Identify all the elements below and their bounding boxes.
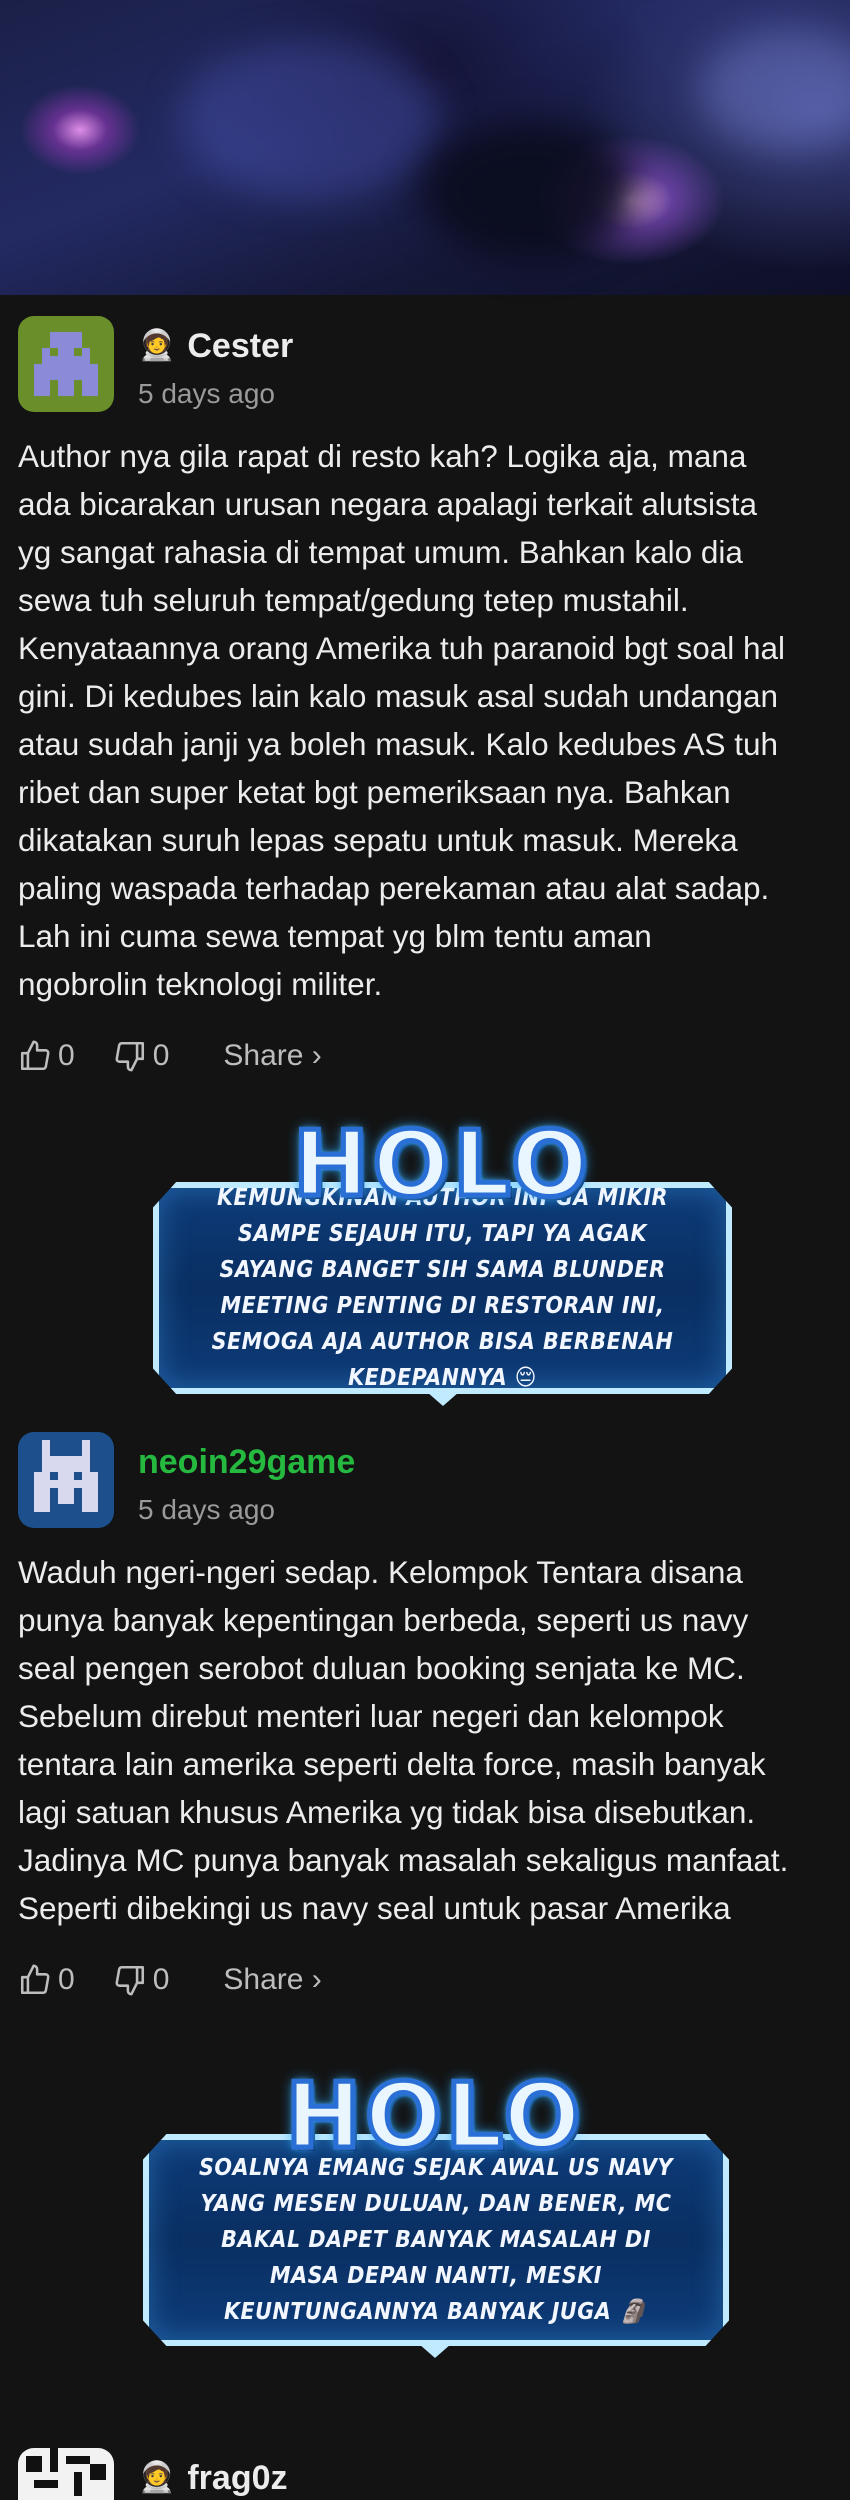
- author-row: 🧑‍🚀 frag0z: [138, 2458, 288, 2498]
- thumbs-down-icon: [115, 1041, 144, 1072]
- like-count: 0: [58, 1963, 75, 1996]
- holo-logo: HOLO: [283, 2064, 585, 2169]
- author-row: 🧑‍🚀 Cester: [138, 326, 293, 366]
- dislike-button[interactable]: 0: [113, 1963, 170, 1997]
- holo-card: HOLO Kemungkinan author ini ga mikir sam…: [145, 1112, 740, 1410]
- author-name[interactable]: neoin29game: [138, 1443, 355, 1482]
- like-button[interactable]: 0: [18, 1039, 75, 1073]
- thumbs-down-icon: [115, 1965, 144, 1996]
- holo-pointer: [426, 1392, 459, 1406]
- dislike-button[interactable]: 0: [113, 1039, 170, 1073]
- comment-timestamp: 5 days ago: [138, 1494, 275, 1525]
- holo-text: Soalnya emang sejak awal us navy yang me…: [198, 2155, 674, 2325]
- dislike-count: 0: [152, 1963, 170, 1996]
- thumbs-up-icon: [20, 1040, 50, 1071]
- holo-pointer: [419, 2344, 451, 2358]
- avatar[interactable]: [18, 2448, 114, 2500]
- author-row: neoin29game: [138, 1442, 355, 1482]
- author-name[interactable]: frag0z: [187, 2459, 287, 2498]
- share-button[interactable]: Share ›: [223, 1963, 321, 1997]
- comment-body: Waduh ngeri-ngeri sedap. Kelompok Tentar…: [18, 1554, 789, 1926]
- avatar[interactable]: [18, 316, 114, 412]
- holo-card: HOLO Soalnya emang sejak awal us navy ya…: [135, 2064, 735, 2362]
- like-count: 0: [58, 1039, 75, 1072]
- like-button[interactable]: 0: [18, 1963, 75, 1997]
- thumbs-up-icon: [20, 1964, 50, 1995]
- author-name[interactable]: Cester: [187, 327, 293, 366]
- chapter-banner-image: [0, 0, 850, 295]
- comment-actions: 0 0 Share ›: [18, 1034, 360, 1078]
- avatar[interactable]: [18, 1432, 114, 1528]
- comment-body: Author nya gila rapat di resto kah? Logi…: [18, 438, 786, 1002]
- comment-timestamp: 5 days ago: [138, 378, 275, 409]
- dislike-count: 0: [152, 1039, 170, 1072]
- comment-actions: 0 0 Share ›: [18, 1958, 360, 2002]
- astronaut-badge-icon: 🧑‍🚀: [138, 2461, 176, 2494]
- holo-logo: HOLO: [291, 1112, 592, 1217]
- share-button[interactable]: Share ›: [223, 1039, 321, 1073]
- astronaut-badge-icon: 🧑‍🚀: [138, 329, 176, 362]
